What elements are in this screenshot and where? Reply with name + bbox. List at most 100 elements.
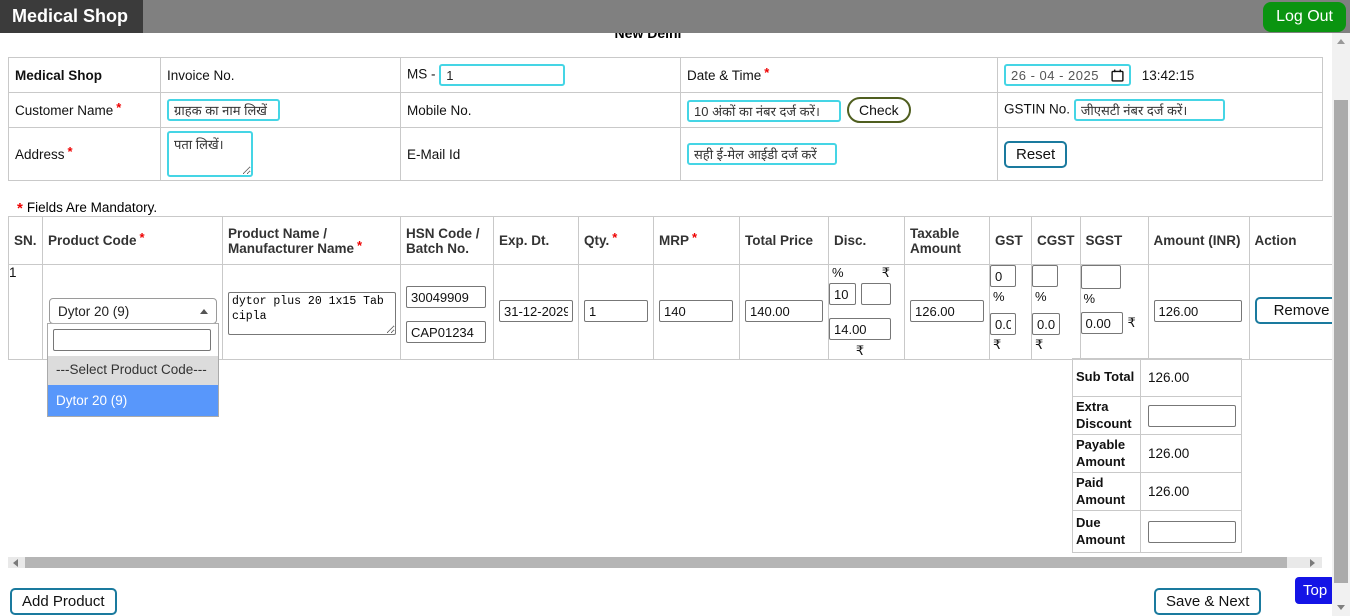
batch-no-input[interactable] [406, 321, 486, 343]
scroll-down-arrow-icon[interactable] [1337, 605, 1345, 610]
percent-symbol: % [1035, 289, 1080, 304]
shop-name-label: Medical Shop [15, 68, 102, 83]
col-exp: Exp. Dt. [494, 217, 579, 265]
col-sn: SN. [9, 217, 43, 265]
required-marker: * [68, 144, 73, 159]
required-marker: * [764, 65, 769, 80]
dropdown-option-highlighted[interactable]: Dytor 20 (9) [48, 385, 218, 416]
payable-amount-row: Payable Amount 126.00 [1073, 435, 1242, 473]
subtotal-label: Sub Total [1073, 359, 1141, 397]
add-product-button[interactable]: Add Product [10, 588, 117, 615]
disc-rupee-input[interactable] [861, 283, 891, 305]
col-sgst: SGST [1080, 217, 1148, 265]
mandatory-note: *Fields Are Mandatory. [14, 199, 157, 216]
mobile-no-label: Mobile No. [407, 103, 472, 118]
col-qty: Qty.* [579, 217, 654, 265]
check-button[interactable]: Check [847, 97, 911, 123]
chevron-up-icon [200, 309, 208, 314]
product-code-select[interactable]: Dytor 20 (9) [49, 298, 217, 324]
total-price-input[interactable] [745, 300, 823, 322]
date-value: 26 - 04 - 2025 [1011, 68, 1099, 83]
col-total-price: Total Price [740, 217, 829, 265]
dropdown-option-placeholder[interactable]: ---Select Product Code--- [48, 356, 218, 385]
date-input[interactable]: 26 - 04 - 2025 [1004, 64, 1131, 86]
extra-discount-input[interactable] [1148, 405, 1236, 427]
paid-amount-label: Paid Amount [1073, 473, 1141, 511]
cgst-percent-input[interactable] [1032, 265, 1058, 287]
extra-discount-row: Extra Discount [1073, 397, 1242, 435]
hsn-code-input[interactable] [406, 286, 486, 308]
exp-date-input[interactable] [499, 300, 573, 322]
row-sn: 1 [9, 265, 43, 360]
email-input[interactable] [687, 143, 837, 165]
vertical-scrollbar-thumb[interactable] [1334, 100, 1348, 583]
rupee-symbol: ₹ [1128, 315, 1136, 331]
product-table: SN. Product Code* Product Name / Manufac… [8, 216, 1350, 360]
scroll-right-arrow-icon[interactable] [1310, 559, 1315, 567]
required-marker: * [17, 200, 23, 217]
horizontal-scrollbar-thumb[interactable] [25, 557, 1287, 568]
required-marker: * [357, 238, 362, 253]
gst-percent-input[interactable] [990, 265, 1016, 287]
col-disc: Disc. [829, 217, 905, 265]
cgst-amount-input[interactable] [1032, 313, 1060, 335]
reset-button[interactable]: Reset [1004, 141, 1067, 168]
email-label: E-Mail Id [407, 147, 460, 162]
gst-amount-input[interactable] [990, 313, 1016, 335]
percent-symbol: % [1084, 291, 1148, 306]
scroll-top-button[interactable]: Top [1295, 577, 1335, 604]
mobile-no-input[interactable] [687, 100, 841, 122]
invoice-prefix-label: MS - [407, 67, 436, 82]
product-row: 1 Dytor 20 (9) ---Select Product Code---… [9, 265, 1350, 360]
scroll-left-arrow-icon[interactable] [13, 559, 18, 567]
required-marker: * [692, 230, 697, 245]
sgst-percent-input[interactable] [1081, 265, 1121, 289]
subtotal-value: 126.00 [1141, 359, 1242, 397]
time-value: 13:42:15 [1142, 68, 1195, 83]
app-title: Medical Shop [0, 0, 143, 33]
required-marker: * [612, 230, 617, 245]
calendar-icon[interactable] [1111, 69, 1124, 82]
vertical-scrollbar[interactable] [1332, 33, 1350, 616]
qty-input[interactable] [584, 300, 648, 322]
datetime-label: Date & Time [687, 68, 761, 83]
top-bar: Medical Shop Log Out [0, 0, 1350, 33]
col-gst: GST [990, 217, 1032, 265]
mrp-input[interactable] [659, 300, 733, 322]
customer-name-input[interactable] [167, 99, 280, 121]
required-marker: * [116, 100, 121, 115]
scroll-up-arrow-icon[interactable] [1337, 39, 1345, 44]
col-hsn: HSN Code / Batch No. [401, 217, 494, 265]
row-amount-input[interactable] [1154, 300, 1242, 322]
col-mrp: MRP* [654, 217, 740, 265]
horizontal-scrollbar[interactable] [8, 557, 1322, 568]
customer-name-label: Customer Name [15, 103, 113, 118]
dropdown-search-input[interactable] [53, 329, 211, 351]
invoice-no-input[interactable] [439, 64, 565, 86]
save-next-button[interactable]: Save & Next [1154, 588, 1261, 615]
extra-discount-label: Extra Discount [1073, 397, 1141, 435]
logout-button[interactable]: Log Out [1263, 2, 1346, 32]
sgst-amount-input[interactable] [1081, 312, 1123, 334]
required-marker: * [140, 230, 145, 245]
product-name-textarea[interactable]: dytor plus 20 1x15 Tab cipla [228, 292, 396, 335]
payable-amount-label: Payable Amount [1073, 435, 1141, 473]
invoice-header-form: Medical Shop Invoice No. MS - Date & Tim… [8, 57, 1323, 181]
paid-amount-row: Paid Amount 126.00 [1073, 473, 1242, 511]
due-amount-input[interactable] [1148, 521, 1236, 543]
disc-percent-input[interactable] [829, 283, 856, 305]
address-textarea[interactable] [167, 131, 253, 177]
payable-amount-value: 126.00 [1141, 435, 1242, 473]
product-code-dropdown: ---Select Product Code--- Dytor 20 (9) [47, 323, 219, 417]
col-amount: Amount (INR) [1148, 217, 1249, 265]
taxable-amount-input[interactable] [910, 300, 984, 322]
product-table-header-row: SN. Product Code* Product Name / Manufac… [9, 217, 1350, 265]
disc-amount-input[interactable] [829, 318, 891, 340]
selected-product-code: Dytor 20 (9) [58, 304, 129, 319]
rupee-symbol: ₹ [882, 265, 890, 281]
due-amount-label: Due Amount [1073, 511, 1141, 553]
percent-symbol: % [832, 265, 844, 281]
gstin-input[interactable] [1074, 99, 1225, 121]
totals-table: Sub Total 126.00 Extra Discount Payable … [1072, 358, 1242, 553]
medical-shop-page: New Delhi Medical Shop Log Out Medical S… [0, 0, 1350, 616]
